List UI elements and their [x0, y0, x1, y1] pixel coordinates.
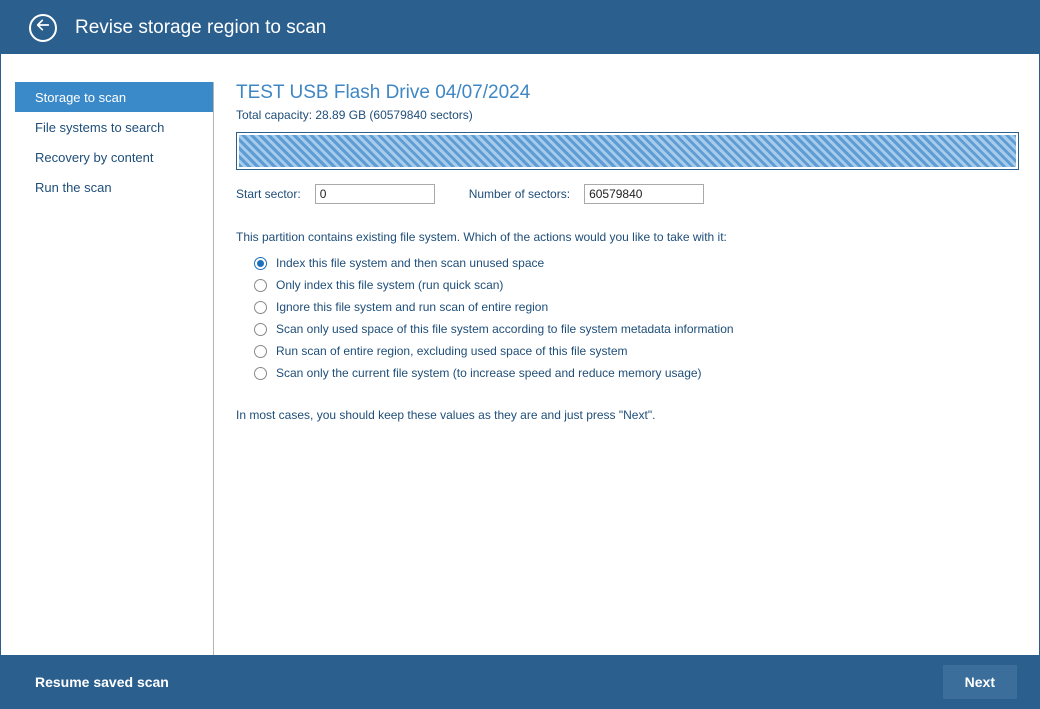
sector-params: Start sector: Number of sectors: — [236, 184, 1019, 204]
storage-bar[interactable] — [236, 132, 1019, 170]
next-button[interactable]: Next — [943, 665, 1017, 699]
action-question: This partition contains existing file sy… — [236, 230, 1019, 244]
num-sectors-label: Number of sectors: — [469, 187, 570, 201]
radio-label: Only index this file system (run quick s… — [276, 278, 503, 292]
radio-label: Scan only the current file system (to in… — [276, 366, 702, 380]
radio-option-ignore-and-scan[interactable]: Ignore this file system and run scan of … — [254, 300, 1019, 314]
radio-option-only-index[interactable]: Only index this file system (run quick s… — [254, 278, 1019, 292]
start-sector-label: Start sector: — [236, 187, 301, 201]
hint-text: In most cases, you should keep these val… — [236, 408, 1019, 422]
drive-title: TEST USB Flash Drive 04/07/2024 — [236, 82, 1019, 104]
radio-list: Index this file system and then scan unu… — [236, 256, 1019, 380]
storage-bar-fill — [239, 135, 1016, 167]
window: Revise storage region to scan Storage to… — [0, 0, 1040, 709]
radio-option-scan-current-only[interactable]: Scan only the current file system (to in… — [254, 366, 1019, 380]
sidebar-item-file-systems[interactable]: File systems to search — [15, 112, 213, 142]
body: Storage to scan File systems to search R… — [1, 54, 1039, 655]
title-bar: Revise storage region to scan — [1, 1, 1039, 54]
back-button[interactable] — [29, 14, 57, 42]
start-sector-input[interactable] — [315, 184, 435, 204]
page-title: Revise storage region to scan — [75, 17, 326, 39]
sidebar-item-storage-to-scan[interactable]: Storage to scan — [15, 82, 213, 112]
radio-option-scan-used-space[interactable]: Scan only used space of this file system… — [254, 322, 1019, 336]
sidebar-item-run-the-scan[interactable]: Run the scan — [15, 172, 213, 202]
radio-icon — [254, 367, 267, 380]
radio-icon — [254, 257, 267, 270]
resume-saved-scan-link[interactable]: Resume saved scan — [35, 674, 169, 690]
num-sectors-input[interactable] — [584, 184, 704, 204]
sidebar: Storage to scan File systems to search R… — [15, 82, 213, 655]
arrow-left-icon — [35, 17, 51, 38]
radio-icon — [254, 345, 267, 358]
radio-icon — [254, 279, 267, 292]
radio-label: Ignore this file system and run scan of … — [276, 300, 548, 314]
sidebar-item-recovery-by-content[interactable]: Recovery by content — [15, 142, 213, 172]
footer-bar: Resume saved scan Next — [1, 655, 1039, 708]
radio-option-index-then-scan[interactable]: Index this file system and then scan unu… — [254, 256, 1019, 270]
radio-label: Scan only used space of this file system… — [276, 322, 734, 336]
radio-label: Index this file system and then scan unu… — [276, 256, 544, 270]
main-panel: TEST USB Flash Drive 04/07/2024 Total ca… — [214, 82, 1025, 655]
radio-icon — [254, 301, 267, 314]
radio-label: Run scan of entire region, excluding use… — [276, 344, 628, 358]
capacity-line: Total capacity: 28.89 GB (60579840 secto… — [236, 108, 1019, 122]
radio-option-scan-excluding-used[interactable]: Run scan of entire region, excluding use… — [254, 344, 1019, 358]
radio-icon — [254, 323, 267, 336]
